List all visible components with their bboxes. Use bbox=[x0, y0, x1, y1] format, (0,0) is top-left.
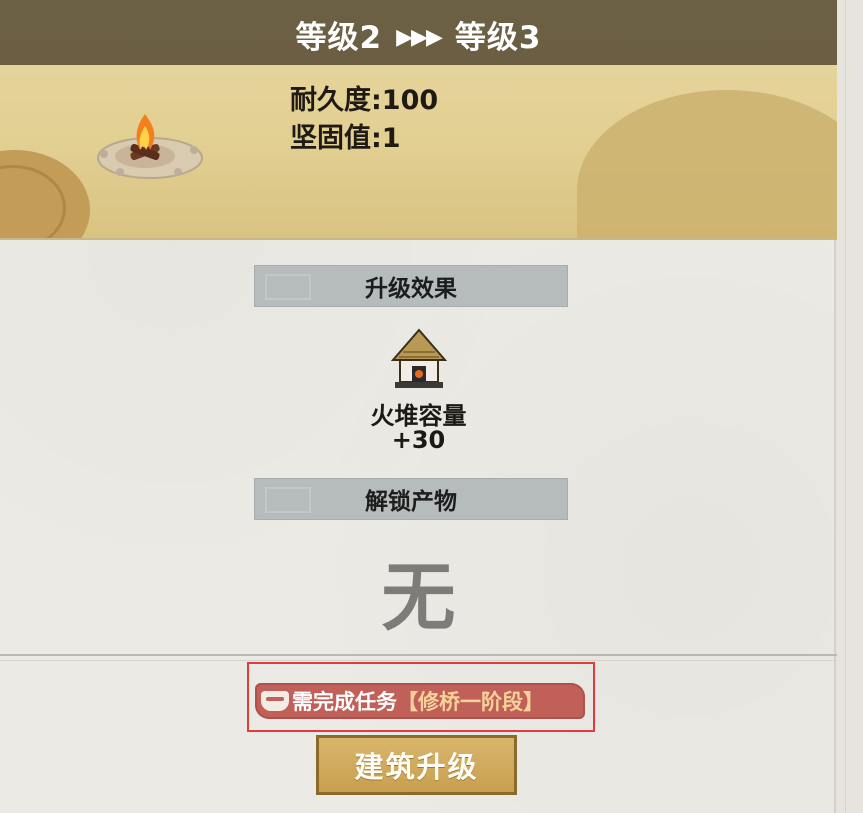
upgrade-effect-header: 升级效果 bbox=[254, 265, 568, 307]
arrow-icon: ▶▶▶ bbox=[396, 25, 443, 50]
hill-left bbox=[0, 150, 90, 238]
level-transition: 等级2 ▶▶▶ 等级3 bbox=[0, 12, 837, 57]
scroll-edge bbox=[834, 0, 863, 813]
requirement-task-name[interactable]: 【修桥一阶段】 bbox=[397, 686, 544, 716]
effect-value: +30 bbox=[391, 426, 446, 454]
unlock-products-title: 解锁产物 bbox=[365, 489, 457, 515]
next-level: 等级3 bbox=[454, 20, 542, 56]
upgrade-effect-title: 升级效果 bbox=[365, 276, 457, 302]
building-stats: 耐久度:100 坚固值:1 bbox=[290, 82, 438, 158]
divider bbox=[0, 654, 837, 656]
building-upgrade-button[interactable]: 建筑升级 bbox=[316, 735, 517, 795]
requirement-text: 需完成任务 bbox=[292, 690, 397, 714]
durability-stat: 耐久度:100 bbox=[290, 85, 439, 116]
current-level: 等级2 bbox=[295, 20, 383, 56]
divider-thin bbox=[0, 660, 837, 661]
task-requirement-banner[interactable]: 需完成任务 【修桥一阶段】 bbox=[255, 683, 585, 719]
campfire-icon bbox=[97, 114, 203, 179]
hill-right bbox=[577, 90, 837, 238]
solidity-stat: 坚固值:1 bbox=[290, 123, 401, 154]
fire-hut-icon bbox=[390, 328, 448, 388]
unlock-products-header: 解锁产物 bbox=[254, 478, 568, 520]
scroll-icon bbox=[261, 691, 289, 711]
unlock-none-text: 无 bbox=[381, 555, 456, 641]
